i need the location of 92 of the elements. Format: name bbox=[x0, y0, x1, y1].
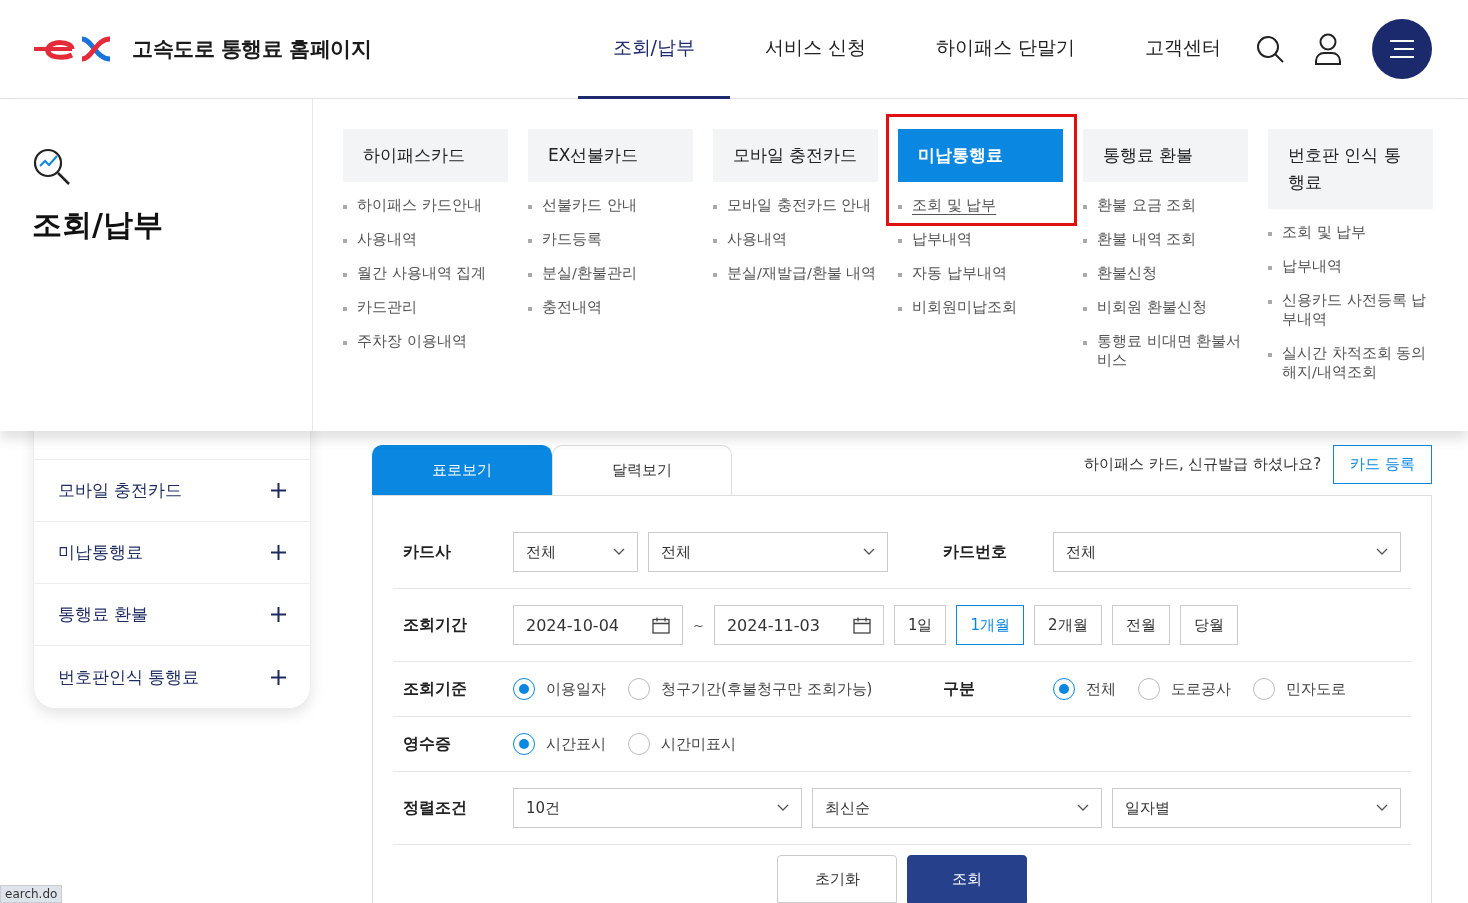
menu-link[interactable]: 자동 납부내역 bbox=[912, 264, 1007, 283]
period-button[interactable]: 전월 bbox=[1111, 605, 1170, 645]
menu-link[interactable]: 조회 및 납부 bbox=[912, 196, 997, 215]
radio-label: 도로공사 bbox=[1171, 679, 1231, 699]
menu-link[interactable]: 비회원미납조회 bbox=[912, 298, 1017, 317]
radio-label: 시간미표시 bbox=[661, 734, 736, 754]
select-field[interactable]: 전체 bbox=[648, 532, 888, 572]
menu-category[interactable]: EX선불카드 bbox=[528, 129, 693, 182]
field-label: 구분 bbox=[943, 678, 976, 700]
menu-icon bbox=[1390, 40, 1414, 58]
menu-button[interactable] bbox=[1372, 19, 1432, 79]
chevron-down-icon bbox=[1376, 804, 1388, 812]
sidebar-item[interactable]: 모바일 충전카드 bbox=[58, 479, 183, 502]
plus-icon[interactable] bbox=[271, 545, 286, 560]
field-label: 카드번호 bbox=[943, 541, 1008, 563]
radio-label: 청구기간(후불청구만 조회가능) bbox=[661, 679, 873, 699]
menu-category[interactable]: 통행료 환불 bbox=[1083, 129, 1248, 182]
date-field[interactable]: 2024-10-04 bbox=[513, 605, 683, 645]
period-button[interactable]: 2개월 bbox=[1034, 605, 1102, 645]
status-bar: earch.do bbox=[0, 885, 63, 903]
menu-link[interactable]: 환불신청 bbox=[1097, 264, 1157, 283]
menu-category[interactable]: 모바일 충전카드 bbox=[713, 129, 878, 182]
promo-text: 하이패스 카드, 신규발급 하셨나요? bbox=[1084, 455, 1322, 474]
nav-tab[interactable]: 하이패스 단말기 bbox=[900, 0, 1110, 99]
menu-link[interactable]: 카드관리 bbox=[357, 298, 417, 317]
radio-label: 시간표시 bbox=[546, 734, 606, 754]
section-title: 조회/납부 bbox=[32, 206, 164, 244]
menu-link[interactable]: 분실/재발급/환불 내역 bbox=[727, 264, 877, 283]
field-label: 조회기간 bbox=[403, 614, 468, 636]
period-button[interactable]: 1개월 bbox=[956, 605, 1024, 645]
site-title: 고속도로 통행료 홈페이지 bbox=[132, 36, 372, 63]
select-field[interactable]: 전체 bbox=[513, 532, 638, 572]
menu-link[interactable]: 하이패스 카드안내 bbox=[357, 196, 482, 215]
select-field[interactable]: 일자별 bbox=[1111, 788, 1401, 828]
menu-link[interactable]: 모바일 충전카드 안내 bbox=[727, 196, 872, 215]
menu-link[interactable]: 카드등록 bbox=[542, 230, 602, 249]
period-button[interactable]: 당월 bbox=[1179, 605, 1238, 645]
view-tab[interactable]: 달력보기 bbox=[552, 445, 732, 495]
chevron-down-icon bbox=[1376, 548, 1388, 556]
field-label: 조회기준 bbox=[403, 678, 468, 700]
sidebar-item[interactable]: 통행료 환불 bbox=[58, 603, 149, 626]
menu-category[interactable]: 미납통행료 bbox=[898, 129, 1063, 182]
menu-link[interactable]: 납부내역 bbox=[1282, 257, 1342, 276]
menu-link[interactable]: 환불 내역 조회 bbox=[1097, 230, 1197, 249]
select-field[interactable]: 최신순 bbox=[812, 788, 1102, 828]
sidebar-item[interactable]: 미납통행료 bbox=[58, 541, 143, 564]
radio-label: 민자도로 bbox=[1286, 679, 1346, 699]
plus-icon[interactable] bbox=[271, 607, 286, 622]
menu-link[interactable]: 비회원 환불신청 bbox=[1097, 298, 1207, 317]
date-field[interactable]: 2024-11-03 bbox=[713, 605, 884, 645]
view-tab[interactable]: 표로보기 bbox=[372, 445, 552, 495]
reset-button[interactable]: 초기화 bbox=[777, 855, 897, 903]
menu-category[interactable]: 번호판 인식 통행료 bbox=[1268, 129, 1433, 209]
menu-link[interactable]: 월간 사용내역 집계 bbox=[357, 264, 487, 283]
radio-label: 전체 bbox=[1086, 679, 1116, 699]
field-label: 정렬조건 bbox=[403, 797, 468, 819]
search-icon[interactable] bbox=[1256, 35, 1284, 63]
search-button[interactable]: 조회 bbox=[907, 855, 1027, 903]
menu-link[interactable]: 충전내역 bbox=[542, 298, 602, 317]
menu-category[interactable]: 하이패스카드 bbox=[343, 129, 508, 182]
menu-link[interactable]: 사용내역 bbox=[357, 230, 417, 249]
plus-icon[interactable] bbox=[271, 669, 286, 685]
search-chart-icon bbox=[32, 147, 72, 185]
range-separator: ~ bbox=[693, 617, 704, 633]
field-label: 영수증 bbox=[403, 733, 452, 755]
select-field[interactable]: 전체 bbox=[1053, 532, 1401, 572]
plus-icon[interactable] bbox=[271, 483, 286, 498]
nav-tab[interactable]: 고객센터 bbox=[1110, 0, 1256, 99]
menu-link[interactable]: 선불카드 안내 bbox=[542, 196, 637, 215]
menu-link[interactable]: 조회 및 납부 bbox=[1282, 223, 1367, 242]
radio-label: 이용일자 bbox=[546, 679, 606, 699]
select-field[interactable]: 10건 bbox=[513, 788, 803, 828]
menu-link[interactable]: 통행료 비대면 환불서비스 bbox=[1097, 332, 1248, 370]
menu-link[interactable]: 사용내역 bbox=[727, 230, 787, 249]
field-label: 카드사 bbox=[403, 541, 452, 563]
menu-link[interactable]: 분실/환불관리 bbox=[542, 264, 637, 283]
card-register-button[interactable]: 카드 등록 bbox=[1333, 445, 1432, 484]
calendar-icon bbox=[652, 616, 670, 634]
chevron-down-icon bbox=[613, 548, 625, 556]
menu-link[interactable]: 환불 요금 조회 bbox=[1097, 196, 1197, 215]
menu-link[interactable]: 납부내역 bbox=[912, 230, 972, 249]
calendar-icon bbox=[852, 616, 871, 634]
menu-link[interactable]: 주차장 이용내역 bbox=[357, 332, 467, 351]
chevron-down-icon bbox=[777, 804, 790, 812]
chevron-down-icon bbox=[863, 548, 875, 556]
menu-link[interactable]: 실시간 차적조회 동의해지/내역조회 bbox=[1282, 344, 1433, 382]
sidebar-item[interactable]: 번호판인식 통행료 bbox=[58, 665, 200, 689]
nav-tab[interactable]: 서비스 신청 bbox=[729, 0, 901, 99]
period-button[interactable]: 1일 bbox=[893, 605, 947, 645]
chevron-down-icon bbox=[1076, 804, 1089, 812]
user-icon[interactable] bbox=[1314, 33, 1342, 65]
menu-link[interactable]: 신용카드 사전등록 납부내역 bbox=[1282, 291, 1433, 329]
